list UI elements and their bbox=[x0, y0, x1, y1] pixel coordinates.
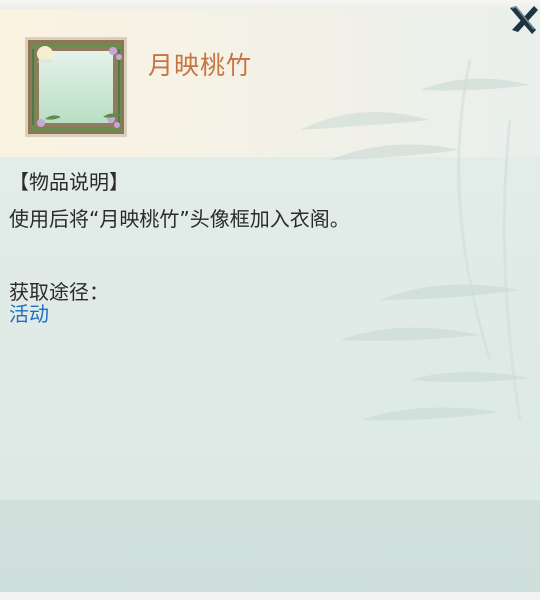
item-name: 月映桃竹 bbox=[148, 51, 253, 80]
avatar-frame-icon bbox=[25, 37, 127, 137]
close-icon bbox=[510, 6, 538, 34]
close-button[interactable] bbox=[506, 2, 540, 36]
bottom-border bbox=[0, 592, 540, 600]
item-detail-panel: 月映桃竹 【物品说明】 使用后将“月映桃竹”头像框加入衣阁。 获取途径： 活动 bbox=[0, 0, 540, 600]
description-text: 使用后将“月映桃竹”头像框加入衣阁。 bbox=[9, 207, 350, 231]
panel-footer-area bbox=[0, 500, 540, 592]
top-border bbox=[0, 0, 540, 9]
description-header: 【物品说明】 bbox=[9, 170, 129, 194]
source-link[interactable]: 活动 bbox=[9, 298, 49, 327]
